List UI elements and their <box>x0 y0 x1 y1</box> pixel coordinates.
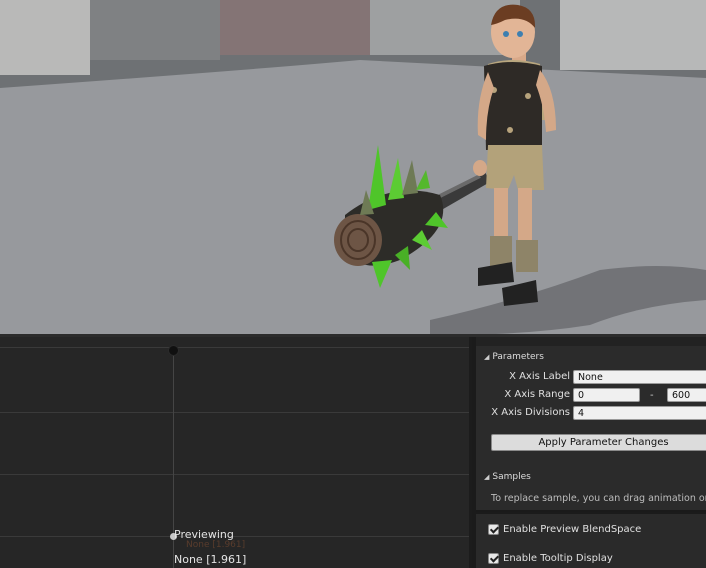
apply-parameter-changes-button[interactable]: Apply Parameter Changes <box>491 434 706 451</box>
x-axis-divisions-input[interactable] <box>573 406 706 420</box>
x-axis-divisions-label: X Axis Divisions <box>491 407 570 418</box>
enable-preview-label: Enable Preview BlendSpace <box>503 523 642 535</box>
background-blur-right <box>560 0 706 70</box>
x-axis-label-input[interactable] <box>573 370 706 384</box>
preview-anim-label: None [1.961] <box>174 553 247 566</box>
enable-preview-option[interactable]: Enable Preview BlendSpace <box>488 522 641 536</box>
background-blur-car-2 <box>220 0 370 55</box>
x-axis-range-min-input[interactable] <box>573 388 640 402</box>
samples-section-header[interactable]: ◢ Samples <box>484 472 531 482</box>
panel-top-strip <box>476 337 706 346</box>
animation-preview-viewport[interactable] <box>0 0 706 336</box>
range-separator: - <box>650 390 654 401</box>
sample-point[interactable] <box>168 345 179 356</box>
blendspace-graph[interactable]: None [1.961] Previewing None [1.961] <box>0 337 472 568</box>
collapse-arrow-icon: ◢ <box>484 353 490 361</box>
graph-gridline <box>0 347 470 348</box>
samples-header-label: Samples <box>492 472 531 482</box>
graph-gridline <box>0 536 470 537</box>
viewport-scene <box>0 0 706 336</box>
parameters-panel: ◢Parameters X Axis Label X Axis Range - … <box>476 346 706 510</box>
preview-anim-ghost: None [1.961] <box>186 540 246 550</box>
x-axis-range-max-input[interactable] <box>667 388 706 402</box>
parameters-header-label: Parameters <box>492 352 544 362</box>
graph-gridline <box>0 474 470 475</box>
samples-hint-text: To replace sample, you can drag animatio… <box>491 493 706 504</box>
enable-tooltip-label: Enable Tooltip Display <box>503 552 613 564</box>
graph-gridline <box>0 412 470 413</box>
previewing-label: Previewing <box>174 528 234 541</box>
options-panel: Enable Preview BlendSpace Enable Tooltip… <box>476 512 706 568</box>
x-axis-label-label: X Axis Label <box>509 371 570 382</box>
checkbox-checked-icon[interactable] <box>488 523 499 535</box>
x-axis-range-label: X Axis Range <box>504 389 570 400</box>
background-blur-left <box>0 0 90 75</box>
background-blur-car-1 <box>90 0 220 60</box>
checkbox-checked-icon[interactable] <box>488 552 499 564</box>
parameters-section-header[interactable]: ◢ Parameters <box>484 352 544 362</box>
enable-tooltip-option[interactable]: Enable Tooltip Display <box>488 551 613 565</box>
collapse-arrow-icon: ◢ <box>484 473 490 481</box>
